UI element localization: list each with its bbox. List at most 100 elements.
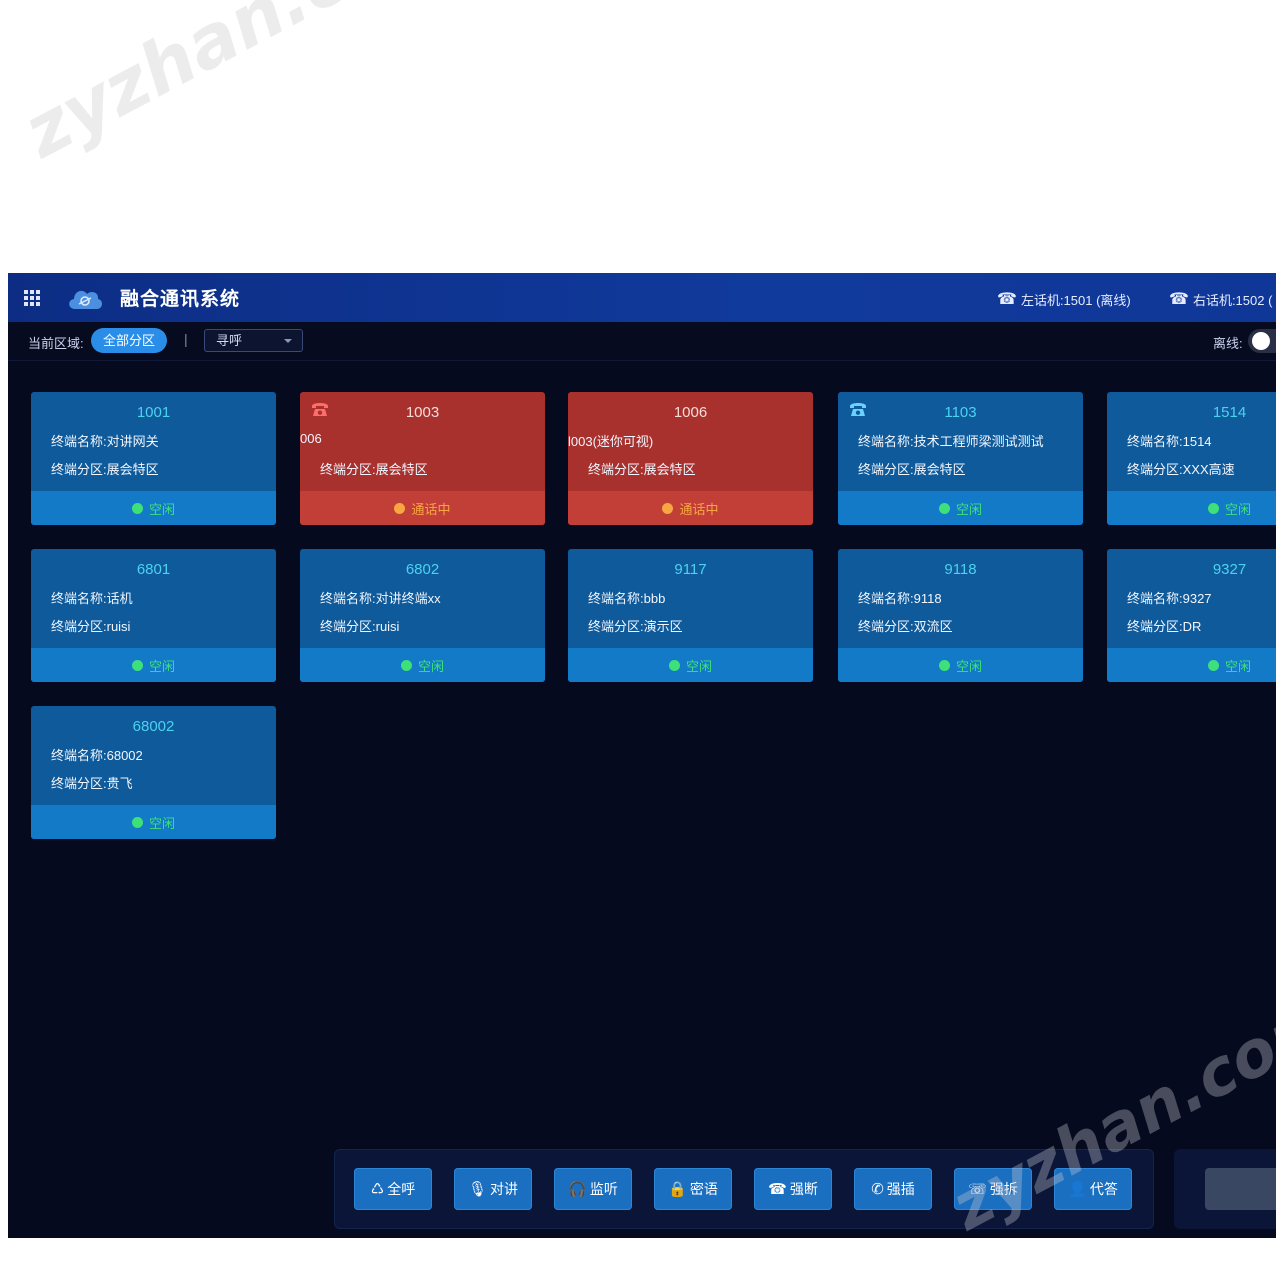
headphones-icon: 🎧 (568, 1181, 587, 1198)
terminal-status: 空闲 (417, 658, 444, 674)
toggle-knob (1252, 332, 1270, 350)
terminal-status-bar: 空闲 (1107, 491, 1276, 525)
button-label: 监听 (589, 1181, 618, 1197)
button-label: 代答 (1089, 1181, 1118, 1197)
terminal-status: 空闲 (685, 658, 712, 674)
status-dot-icon (131, 659, 143, 671)
terminal-number: 1001 (136, 404, 171, 421)
status-dot-icon (938, 659, 950, 671)
terminal-zone: 终端分区:ruisi (320, 619, 400, 634)
terminal-name: 终端名称:话机 (51, 591, 133, 606)
filter-toolbar: 当前区域: 全部分区 | 寻呼 离线: (8, 322, 1276, 361)
button-label: 全呼 (387, 1181, 416, 1197)
answer-for-button[interactable]: 👤 代答 (1054, 1168, 1132, 1210)
terminal-zone: 终端分区:双流区 (858, 619, 953, 634)
terminal-name: 终端名称:bbb (588, 591, 666, 606)
left-phone-text: 左话机:1501 (离线) (1020, 292, 1131, 308)
button-label: 强插 (886, 1181, 915, 1197)
force-insert-button[interactable]: ✆ 强插 (854, 1168, 932, 1210)
phone-icon: ☎ (997, 291, 1017, 308)
cloud-logo-icon (66, 285, 104, 311)
status-dot-icon (938, 502, 950, 514)
chevron-down-icon (284, 339, 292, 343)
terminal-card[interactable]: 1103 终端名称:技术工程师梁测试测试 终端分区:展会特区 空闲 (838, 392, 1083, 525)
status-dot-icon (662, 502, 674, 514)
status-dot-icon (394, 502, 406, 514)
terminal-status: 通话中 (411, 501, 451, 517)
terminal-name: 终端名称:对讲网关 (51, 434, 159, 449)
lock-icon: 🔒 (668, 1181, 687, 1198)
terminal-status: 空闲 (1224, 658, 1251, 674)
terminal-status-bar: 空闲 (31, 491, 276, 525)
area-select-pill[interactable]: 全部分区 (91, 328, 168, 353)
terminal-number: 6801 (136, 561, 171, 578)
terminal-status-bar: 空闲 (1107, 648, 1276, 682)
apps-grid-icon[interactable] (24, 289, 40, 306)
terminal-number: 9327 (1212, 561, 1247, 578)
right-phone-status: ☎ 右话机:1502 ( (1169, 289, 1272, 309)
terminal-number: 6802 (405, 561, 440, 578)
monitor-button[interactable]: 🎧 监听 (554, 1168, 632, 1210)
terminal-number: 1514 (1212, 404, 1247, 421)
terminal-card[interactable]: 1006 l003(迷你可视) 终端分区:展会特区 通话中 (568, 392, 813, 525)
watermark: zyzhan.com (10, 0, 471, 175)
status-dot-icon (668, 659, 680, 671)
terminal-zone: 终端分区:XXX高速 (1127, 462, 1235, 477)
status-dot-icon (400, 659, 412, 671)
terminal-status: 空闲 (1224, 501, 1251, 517)
status-dot-icon (1207, 502, 1219, 514)
terminal-card[interactable]: 1514 终端名称:1514 终端分区:XXX高速 空闲 (1107, 392, 1276, 525)
whisper-button[interactable]: 🔒 密语 (654, 1168, 732, 1210)
microphone-icon: 🎙 (467, 1181, 488, 1198)
terminal-status-bar: 通话中 (568, 491, 813, 525)
terminal-status: 空闲 (955, 501, 982, 517)
terminal-status-bar: 空闲 (838, 648, 1083, 682)
terminal-zone: 终端分区:贵飞 (51, 776, 133, 791)
terminal-number: 9118 (944, 561, 977, 578)
terminal-zone: 终端分区:展会特区 (858, 462, 966, 477)
terminal-zone: 终端分区:展会特区 (588, 462, 696, 477)
terminal-card[interactable]: 1001 终端名称:对讲网关 终端分区:展会特区 空闲 (31, 392, 276, 525)
terminal-name: 终端名称:对讲终端xx (320, 591, 441, 606)
left-phone-status: ☎ 左话机:1501 (离线) (997, 289, 1131, 309)
terminal-status-bar: 空闲 (838, 491, 1083, 525)
terminal-zone: 终端分区:展会特区 (51, 462, 159, 477)
terminal-name: 006 (300, 431, 322, 446)
terminal-status-bar: 空闲 (31, 805, 276, 839)
terminal-name: 终端名称:技术工程师梁测试测试 (858, 434, 1044, 449)
terminal-card[interactable]: 9327 终端名称:9327 终端分区:DR 空闲 (1107, 549, 1276, 682)
app-window: 融合通讯系统 ☎ 左话机:1501 (离线) ☎ 右话机:1502 ( 当前区域… (8, 273, 1276, 1238)
extra-button[interactable] (1205, 1168, 1276, 1210)
terminal-card[interactable]: 9118 终端名称:9118 终端分区:双流区 空闲 (838, 549, 1083, 682)
right-phone-text: 右话机:1502 ( (1192, 292, 1273, 308)
intercom-button[interactable]: 🎙 对讲 (454, 1168, 532, 1210)
offline-toggle[interactable] (1248, 329, 1276, 353)
terminal-status: 空闲 (148, 658, 175, 674)
terminal-name: 终端名称:9118 (858, 591, 942, 606)
phone-transfer-icon: ☏ (968, 1181, 987, 1198)
status-dot-icon (131, 502, 143, 514)
phone-forward-icon: ✆ (871, 1181, 884, 1198)
app-title: 融合通讯系统 (120, 289, 241, 310)
user-icon: 👤 (1068, 1181, 1087, 1198)
all-call-button[interactable]: ♺ 全呼 (354, 1168, 432, 1210)
terminal-card[interactable]: 1003 006 终端分区:展会特区 通话中 (300, 392, 545, 525)
status-dot-icon (131, 816, 143, 828)
force-disconnect-button[interactable]: ☎ 强断 (754, 1168, 832, 1210)
button-label: 强拆 (989, 1181, 1018, 1197)
terminal-zone: 终端分区:演示区 (588, 619, 683, 634)
recycle-icon: ♺ (370, 1181, 385, 1198)
offline-label: 离线: (1213, 336, 1243, 351)
force-split-button[interactable]: ☏ 强拆 (954, 1168, 1032, 1210)
mode-select[interactable]: 寻呼 (204, 329, 303, 352)
terminal-status-bar: 空闲 (300, 648, 545, 682)
terminal-card[interactable]: 68002 终端名称:68002 终端分区:贵飞 空闲 (31, 706, 276, 839)
terminal-status: 空闲 (148, 501, 175, 517)
button-label: 密语 (689, 1181, 718, 1197)
area-label: 当前区域: (28, 336, 84, 351)
terminal-card[interactable]: 9117 终端名称:bbb 终端分区:演示区 空闲 (568, 549, 813, 682)
terminal-number: 68002 (132, 718, 175, 735)
terminal-card[interactable]: 6802 终端名称:对讲终端xx 终端分区:ruisi 空闲 (300, 549, 545, 682)
terminal-card[interactable]: 6801 终端名称:话机 终端分区:ruisi 空闲 (31, 549, 276, 682)
terminal-status-bar: 空闲 (568, 648, 813, 682)
